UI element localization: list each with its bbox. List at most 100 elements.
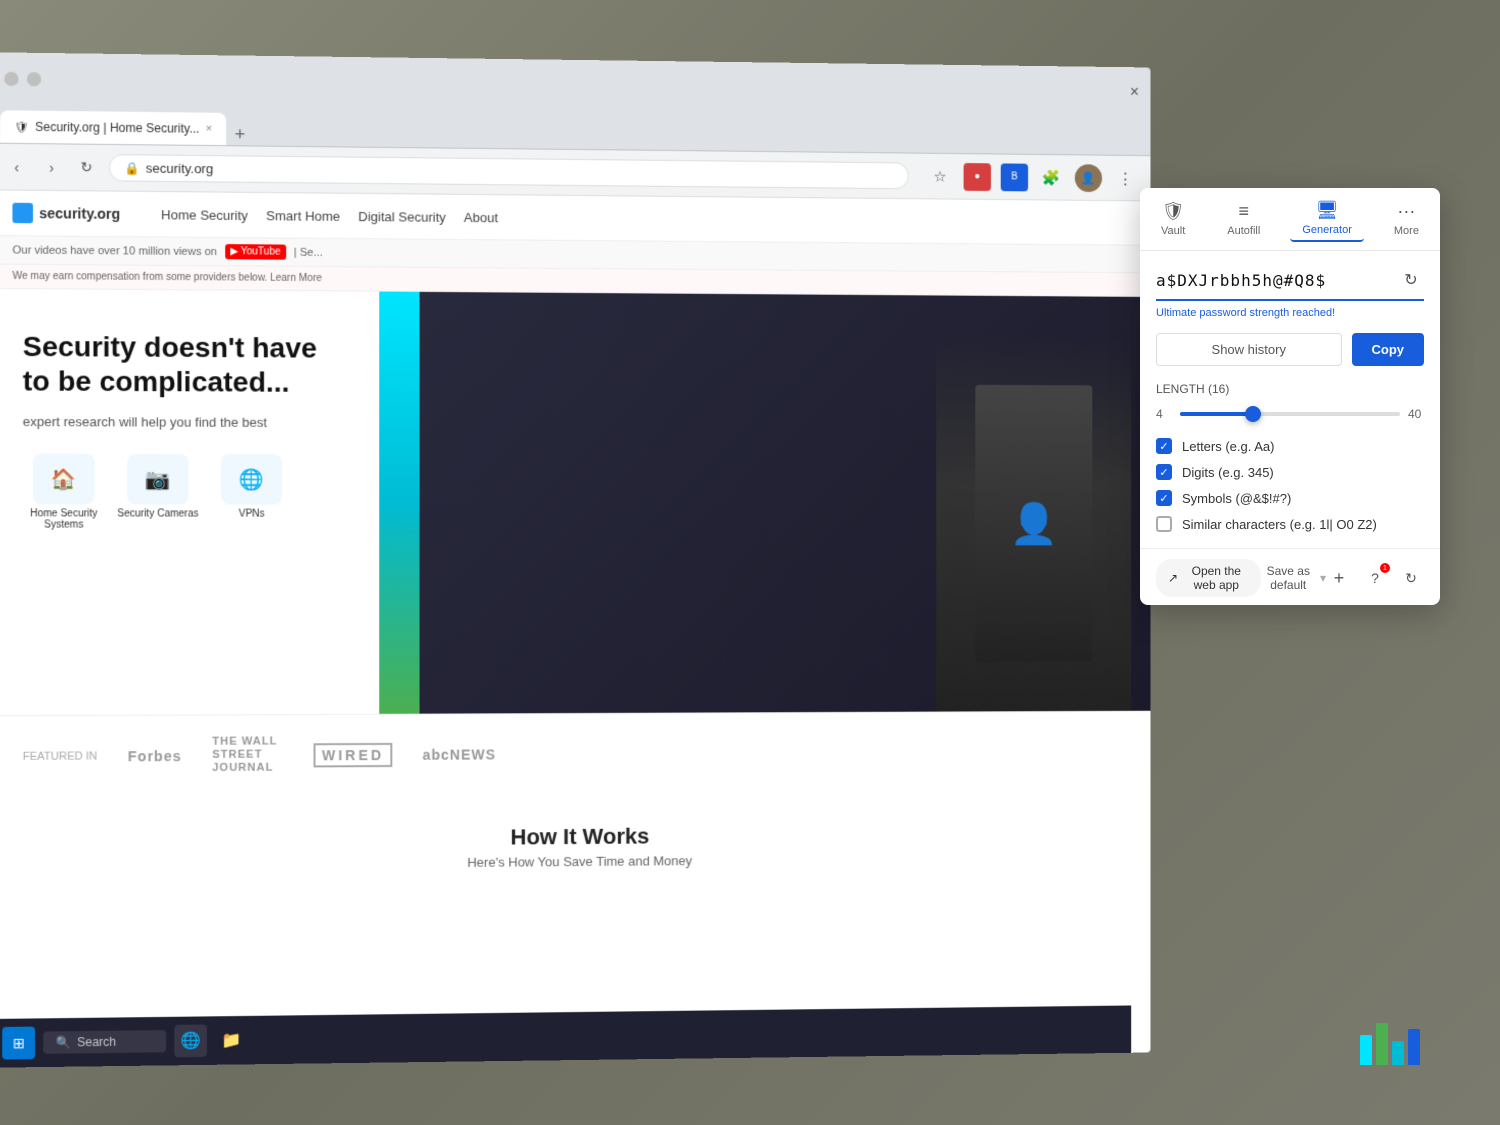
popup-tab-more[interactable]: ··· More <box>1382 197 1431 241</box>
video-accent <box>379 292 419 714</box>
how-subtitle: Here's How You Save Time and Money <box>23 849 1122 873</box>
vpns-icon: 🌐 <box>221 454 282 505</box>
slider-max: 40 <box>1408 407 1424 421</box>
option-similar: ✓ Similar characters (e.g. 1l| O0 Z2) <box>1156 516 1424 532</box>
site-logo: security.org <box>12 203 120 224</box>
open-web-app-label: Open the web app <box>1184 564 1248 592</box>
popup-header: 🛡 Vault ≡ Autofill 🖥 Generator ··· More <box>1140 188 1440 251</box>
url-text: security.org <box>146 161 214 177</box>
letters-checkbox[interactable]: ✓ <box>1156 438 1172 454</box>
bottom-right-logo <box>1360 1023 1420 1065</box>
sync-button[interactable]: ↻ <box>1398 565 1424 591</box>
popup-body: a$DXJrbbh5h@#Q8$ ↻ Ultimate password str… <box>1140 251 1440 548</box>
hero-video: 👤 <box>379 292 1150 714</box>
eq-bar-2 <box>1376 1023 1388 1065</box>
help-button[interactable]: ? 1 <box>1362 565 1388 591</box>
category-vpns[interactable]: 🌐 VPNs <box>211 454 292 531</box>
extensions-icon[interactable]: 🧩 <box>1038 163 1065 191</box>
password-text: a$DXJrbbh5h@#Q8$ <box>1156 271 1398 290</box>
lock-icon: 🔒 <box>124 161 139 175</box>
site-nav-links: Home Security Smart Home Digital Securit… <box>161 207 498 225</box>
slider-row: 4 40 <box>1156 404 1424 424</box>
similar-label: Similar characters (e.g. 1l| O0 Z2) <box>1182 517 1377 532</box>
close-button[interactable]: × <box>1130 84 1139 102</box>
bookmark-icon[interactable]: ☆ <box>926 162 953 190</box>
maximize-button[interactable] <box>27 72 41 86</box>
slider-container[interactable] <box>1180 404 1400 424</box>
similar-checkbox[interactable]: ✓ <box>1156 516 1172 532</box>
browser-tab[interactable]: 🛡 Security.org | Home Security... × <box>0 110 226 145</box>
notification-badge: 1 <box>1380 563 1390 573</box>
check-icon: ✓ <box>1159 466 1168 479</box>
taskbar-browser-icon[interactable]: 🌐 <box>174 1024 207 1057</box>
website-content: security.org Home Security Smart Home Di… <box>0 190 1151 1067</box>
youtube-icon: ▶ YouTube <box>225 244 286 260</box>
category-cameras[interactable]: 📷 Security Cameras <box>117 454 199 531</box>
back-button[interactable]: ‹ <box>4 154 29 179</box>
forward-button[interactable]: › <box>39 155 64 180</box>
nav-about[interactable]: About <box>464 209 498 224</box>
symbols-checkbox[interactable]: ✓ <box>1156 490 1172 506</box>
slider-thumb[interactable] <box>1245 406 1261 422</box>
forbes-logo: Forbes <box>128 748 182 764</box>
category-home[interactable]: 🏠 Home Security Systems <box>23 454 105 531</box>
popup-tab-generator[interactable]: 🖥 Generator <box>1290 196 1364 242</box>
options-section: ✓ Letters (e.g. Aa) ✓ Digits (e.g. 345) … <box>1156 438 1424 532</box>
add-button[interactable]: + <box>1326 565 1352 591</box>
logo-text: security.org <box>39 205 120 222</box>
abc-logo: abcNEWS <box>422 746 495 762</box>
generator-label: Generator <box>1302 224 1352 236</box>
wired-logo: WIRED <box>314 743 392 768</box>
minimize-button[interactable] <box>4 72 18 86</box>
bitwarden-red-icon[interactable]: ● <box>964 163 991 191</box>
footer-icons: + ? 1 ↻ <box>1326 565 1424 591</box>
start-button[interactable]: ⊞ <box>2 1027 35 1060</box>
slider-fill <box>1180 412 1253 416</box>
check-icon: ✓ <box>1159 492 1168 505</box>
address-box[interactable]: 🔒 security.org <box>109 154 909 189</box>
hero-subtitle: expert research will help you find the b… <box>23 414 349 430</box>
hero-text: Security doesn't have to be complicated.… <box>0 289 379 715</box>
nav-smart-home[interactable]: Smart Home <box>266 208 340 224</box>
popup-tab-vault[interactable]: 🛡 Vault <box>1149 197 1197 241</box>
option-symbols: ✓ Symbols (@&$!#?) <box>1156 490 1424 506</box>
show-history-button[interactable]: Show history <box>1156 333 1342 366</box>
bitwarden-blue-icon[interactable]: B <box>1001 163 1028 191</box>
taskbar-search[interactable]: 🔍 Search <box>43 1030 166 1054</box>
menu-icon[interactable]: ⋮ <box>1112 164 1139 192</box>
home-security-label: Home Security Systems <box>30 508 97 530</box>
home-security-icon: 🏠 <box>33 454 95 505</box>
nav-digital-security[interactable]: Digital Security <box>358 208 445 224</box>
digits-checkbox[interactable]: ✓ <box>1156 464 1172 480</box>
tab-close-icon[interactable]: × <box>206 123 213 135</box>
category-cards: 🏠 Home Security Systems 📷 Security Camer… <box>23 454 349 531</box>
help-icon: ? <box>1371 570 1379 586</box>
nav-home-security[interactable]: Home Security <box>161 207 248 223</box>
option-digits: ✓ Digits (e.g. 345) <box>1156 464 1424 480</box>
eq-bar-3 <box>1392 1041 1404 1065</box>
vault-label: Vault <box>1161 225 1185 237</box>
footer-right: Save as default ▾ <box>1261 564 1326 592</box>
eq-bar-1 <box>1360 1035 1372 1065</box>
length-label: LENGTH (16) <box>1156 382 1424 396</box>
action-row: Show history Copy <box>1156 333 1424 366</box>
new-tab-button[interactable]: + <box>235 124 246 145</box>
logo-icon <box>12 203 33 223</box>
hero-section: Security doesn't have to be complicated.… <box>0 289 1151 715</box>
popup-tab-autofill[interactable]: ≡ Autofill <box>1215 197 1272 241</box>
more-icon: ··· <box>1397 201 1415 222</box>
profile-avatar[interactable]: 👤 <box>1075 164 1102 192</box>
notification-text: Our videos have over 10 million views on <box>12 244 217 258</box>
reload-button[interactable]: ↻ <box>74 155 99 180</box>
open-web-app-button[interactable]: ↗ Open the web app <box>1156 559 1261 597</box>
equalizer-icon <box>1360 1023 1420 1065</box>
taskbar-folder-icon[interactable]: 📁 <box>215 1024 248 1057</box>
open-web-app-icon: ↗ <box>1168 571 1178 585</box>
refresh-password-button[interactable]: ↻ <box>1398 267 1424 293</box>
window-controls <box>4 72 41 87</box>
digits-label: Digits (e.g. 345) <box>1182 465 1274 480</box>
slider-track <box>1180 412 1400 416</box>
vault-icon: 🛡 <box>1162 201 1185 222</box>
save-default-button[interactable]: Save as default <box>1261 564 1316 592</box>
copy-button[interactable]: Copy <box>1352 333 1425 366</box>
